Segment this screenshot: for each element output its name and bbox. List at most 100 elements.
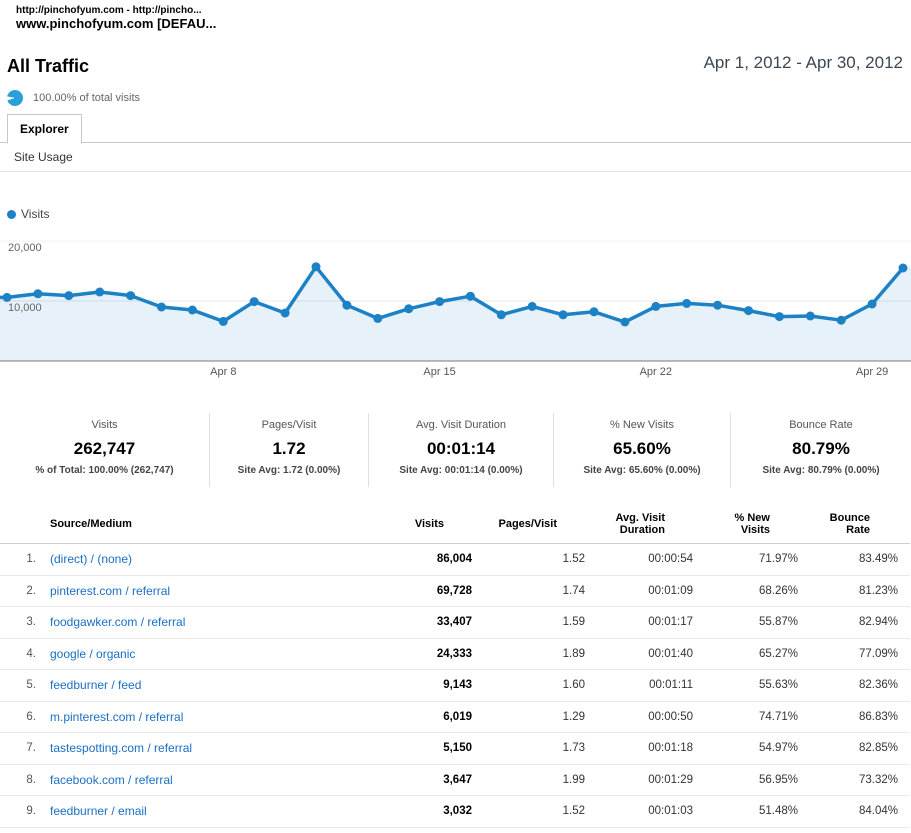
- data-point-marker[interactable]: [3, 293, 12, 302]
- source-medium-link[interactable]: feedburner / email: [50, 804, 147, 818]
- new-visits-value: 71.97%: [705, 544, 810, 576]
- table-row: 1.(direct) / (none)86,0041.5200:00:5471.…: [0, 544, 910, 576]
- new-visits-value: 55.63%: [705, 670, 810, 702]
- data-point-marker[interactable]: [373, 314, 382, 323]
- visits-value: 3,032: [384, 796, 484, 828]
- pages-per-visit-value: 1.60: [484, 670, 597, 702]
- data-point-marker[interactable]: [590, 307, 599, 316]
- subtab-site-usage[interactable]: Site Usage: [14, 150, 73, 164]
- row-rank: 1.: [0, 544, 44, 576]
- metric-bounce-rate: Bounce Rate 80.79% Site Avg: 80.79% (0.0…: [730, 413, 911, 487]
- header-pages-per-visit[interactable]: Pages/Visit: [484, 505, 597, 544]
- source-medium-link[interactable]: feedburner / feed: [50, 678, 141, 692]
- header-source-medium[interactable]: Source/Medium: [44, 505, 384, 544]
- summary-metrics: Visits 262,747 % of Total: 100.00% (262,…: [0, 413, 911, 487]
- table-row: 6.m.pinterest.com / referral6,0191.2900:…: [0, 701, 910, 733]
- new-visits-value: 56.95%: [705, 764, 810, 796]
- y-axis-label: 20,000: [8, 242, 42, 254]
- table-row: 10.rss / rss2,3121.6700:00:5580.15%82.79…: [0, 827, 910, 833]
- data-point-marker[interactable]: [868, 300, 877, 309]
- visits-chart-container: 10,00020,000Apr 8Apr 15Apr 22Apr 29: [0, 236, 911, 383]
- data-point-marker[interactable]: [250, 297, 259, 306]
- data-point-marker[interactable]: [497, 310, 506, 319]
- new-visits-value: 54.97%: [705, 733, 810, 765]
- source-medium-link: pinterest.com / referral: [44, 575, 384, 607]
- metric-label: Visits: [0, 419, 209, 431]
- row-rank: 3.: [0, 607, 44, 639]
- data-point-marker[interactable]: [682, 299, 691, 308]
- data-point-marker[interactable]: [651, 302, 660, 311]
- data-point-marker[interactable]: [33, 289, 42, 298]
- pages-per-visit-value: 1.89: [484, 638, 597, 670]
- visits-share-row: 100.00% of total visits: [7, 90, 140, 106]
- source-medium-link[interactable]: tastespotting.com / referral: [50, 741, 192, 755]
- new-visits-value: 55.87%: [705, 607, 810, 639]
- date-range-selector[interactable]: Apr 1, 2012 - Apr 30, 2012: [704, 53, 903, 73]
- source-medium-link: (direct) / (none): [44, 544, 384, 576]
- data-point-marker[interactable]: [342, 301, 351, 310]
- subtab-divider: [0, 171, 911, 172]
- data-point-marker[interactable]: [713, 301, 722, 310]
- new-visits-value: 65.27%: [705, 638, 810, 670]
- data-point-marker[interactable]: [744, 306, 753, 315]
- source-medium-link[interactable]: facebook.com / referral: [50, 773, 173, 787]
- header-avg-visit-duration[interactable]: Avg. Visit Duration: [597, 505, 705, 544]
- metric-value: 262,747: [0, 439, 209, 459]
- table-row: 9.feedburner / email3,0321.5200:01:0351.…: [0, 796, 910, 828]
- avg-visit-duration-value: 00:01:09: [597, 575, 705, 607]
- tab-explorer[interactable]: Explorer: [7, 114, 82, 144]
- data-point-marker[interactable]: [466, 292, 475, 301]
- visits-value: 3,647: [384, 764, 484, 796]
- table-row: 4.google / organic24,3331.8900:01:4065.2…: [0, 638, 910, 670]
- source-medium-link[interactable]: (direct) / (none): [50, 552, 132, 566]
- data-point-marker[interactable]: [528, 302, 537, 311]
- data-point-marker[interactable]: [837, 316, 846, 325]
- row-rank: 10.: [0, 827, 44, 833]
- row-rank: 4.: [0, 638, 44, 670]
- bounce-rate-value: 82.85%: [810, 733, 910, 765]
- source-medium-link[interactable]: foodgawker.com / referral: [50, 615, 185, 629]
- data-point-marker[interactable]: [126, 291, 135, 300]
- source-medium-link[interactable]: m.pinterest.com / referral: [50, 710, 183, 724]
- data-point-marker[interactable]: [435, 297, 444, 306]
- data-point-marker[interactable]: [281, 309, 290, 318]
- table-row: 2.pinterest.com / referral69,7281.7400:0…: [0, 575, 910, 607]
- pages-per-visit-value: 1.74: [484, 575, 597, 607]
- row-rank: 2.: [0, 575, 44, 607]
- source-medium-link: google / organic: [44, 638, 384, 670]
- header-new-visits[interactable]: % New Visits: [705, 505, 810, 544]
- source-medium-link[interactable]: pinterest.com / referral: [50, 584, 170, 598]
- data-point-marker[interactable]: [775, 312, 784, 321]
- data-point-marker[interactable]: [157, 303, 166, 312]
- data-point-marker[interactable]: [95, 288, 104, 297]
- data-point-marker[interactable]: [899, 264, 908, 273]
- visits-line-chart: 10,00020,000Apr 8Apr 15Apr 22Apr 29: [0, 236, 911, 383]
- header-bounce-rate[interactable]: Bounce Rate: [810, 505, 910, 544]
- avg-visit-duration-value: 00:01:17: [597, 607, 705, 639]
- header-visits[interactable]: Visits: [384, 505, 484, 544]
- data-point-marker[interactable]: [64, 291, 73, 300]
- data-point-marker[interactable]: [620, 318, 629, 327]
- pages-per-visit-value: 1.29: [484, 701, 597, 733]
- bounce-rate-value: 86.83%: [810, 701, 910, 733]
- visits-value: 33,407: [384, 607, 484, 639]
- data-point-marker[interactable]: [559, 310, 568, 319]
- source-medium-link[interactable]: google / organic: [50, 647, 135, 661]
- metric-label: % New Visits: [554, 419, 730, 431]
- x-axis-label: Apr 15: [423, 366, 455, 378]
- data-point-marker[interactable]: [312, 262, 321, 271]
- metric-label: Pages/Visit: [210, 419, 368, 431]
- source-medium-link: foodgawker.com / referral: [44, 607, 384, 639]
- data-point-marker[interactable]: [404, 304, 413, 313]
- pages-per-visit-value: 1.59: [484, 607, 597, 639]
- tabbar-divider: [0, 142, 911, 143]
- visits-value: 9,143: [384, 670, 484, 702]
- new-visits-value: 68.26%: [705, 575, 810, 607]
- data-point-marker[interactable]: [806, 312, 815, 321]
- data-point-marker[interactable]: [188, 306, 197, 315]
- series-dot-icon: [7, 210, 16, 219]
- avg-visit-duration-value: 00:01:18: [597, 733, 705, 765]
- data-point-marker[interactable]: [219, 317, 228, 326]
- bounce-rate-value: 82.94%: [810, 607, 910, 639]
- visits-value: 6,019: [384, 701, 484, 733]
